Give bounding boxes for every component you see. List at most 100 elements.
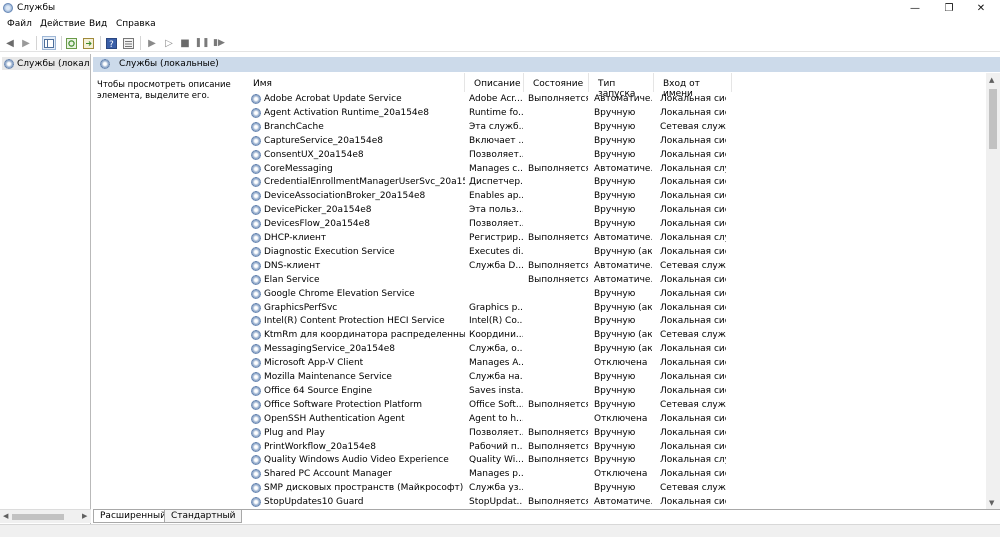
column-header-name[interactable]: Имя <box>244 73 465 92</box>
tree-item-services-local[interactable]: Службы (локалы <box>2 57 90 70</box>
table-row[interactable]: Office Software Protection Platform Offic… <box>244 398 986 412</box>
table-row[interactable]: SMP дисковых пространств (Майкрософт) Слу… <box>244 481 986 495</box>
scroll-up-icon[interactable]: ▲ <box>989 76 994 84</box>
table-row[interactable]: DHCP-клиент Регистрир... Выполняется Автома… <box>244 231 986 245</box>
service-startup-type: Вручную <box>594 399 636 410</box>
column-header-description[interactable]: Описание <box>465 73 524 92</box>
table-row[interactable]: Adobe Acrobat Update Service Adobe Acr...… <box>244 92 986 106</box>
service-name: ConsentUX_20a154e8 <box>264 149 364 160</box>
service-logon-as: Локальная сис... <box>660 344 726 355</box>
service-name-cell: SMP дисковых пространств (Майкрософт) <box>251 481 465 495</box>
table-row[interactable]: PrintWorkflow_20a154e8 Рабочий п... Выполн… <box>244 440 986 454</box>
table-row[interactable]: GraphicsPerfSvc Graphics p... Вручную (ак.… <box>244 301 986 315</box>
gear-icon <box>251 288 261 299</box>
service-startup-type: Вручную <box>594 177 636 188</box>
scroll-down-icon[interactable]: ▼ <box>989 499 994 507</box>
table-row[interactable]: Plug and Play Позволяет... Выполняется Вруч… <box>244 426 986 440</box>
scroll-thumb[interactable] <box>12 514 64 520</box>
table-row[interactable]: BranchCache Эта служб... Вручную Сетевая сл… <box>244 120 986 134</box>
gear-icon <box>251 316 261 327</box>
minimize-button[interactable]: — <box>900 0 930 16</box>
close-button[interactable]: ✕ <box>966 0 996 16</box>
table-row[interactable]: DevicePicker_20a154e8 Эта польз... Вручную… <box>244 203 986 217</box>
table-row[interactable]: Shared PC Account Manager Manages p... Отк… <box>244 467 986 481</box>
menu-help[interactable]: Справка <box>116 19 156 29</box>
table-row[interactable]: Microsoft App-V Client Manages A... Отключ… <box>244 356 986 370</box>
service-state <box>528 384 588 398</box>
gear-icon <box>251 107 261 118</box>
service-name-cell: Plug and Play <box>251 426 465 440</box>
menu-file[interactable]: Файл <box>7 19 32 29</box>
service-state <box>528 203 588 217</box>
table-row[interactable]: Google Chrome Elevation Service Вручную Ло… <box>244 287 986 301</box>
table-row[interactable]: Agent Activation Runtime_20a154e8 Runtime… <box>244 106 986 120</box>
restart-service-icon[interactable]: ▮▶ <box>212 36 226 50</box>
table-row[interactable]: KtmRm для координатора распределенных тр… <box>244 328 986 342</box>
start-service-icon[interactable]: ▶ <box>145 36 159 50</box>
scroll-left-icon[interactable]: ◀ <box>3 512 8 520</box>
service-startup-type: Отключена <box>594 413 648 424</box>
service-name: StopUpdates10 Guard <box>264 497 364 508</box>
table-row[interactable]: Elan Service Выполняется Автоматиче... Лока… <box>244 273 986 287</box>
column-header-logon-as[interactable]: Вход от имени <box>654 73 732 99</box>
table-row[interactable]: MessagingService_20a154e8 Служба, о... Вру… <box>244 342 986 356</box>
tree-horizontal-scrollbar[interactable]: ◀ ▶ <box>0 509 91 523</box>
start-alt-icon[interactable]: ▷ <box>162 36 176 50</box>
table-row[interactable]: DeviceAssociationBroker_20a154e8 Enables … <box>244 189 986 203</box>
service-state <box>528 287 588 301</box>
column-header-state[interactable]: Состояние <box>524 73 589 92</box>
table-row[interactable]: CoreMessaging Manages c... Выполняется Авто… <box>244 162 986 176</box>
service-name-cell: Elan Service <box>251 273 465 287</box>
service-description: Эта польз... <box>469 205 523 216</box>
table-row[interactable]: Mozilla Maintenance Service Служба на... В… <box>244 370 986 384</box>
service-state <box>528 175 588 189</box>
help-icon[interactable]: ? <box>104 36 118 50</box>
menu-action[interactable]: Действие <box>40 19 85 29</box>
tab-standard[interactable]: Стандартный <box>164 510 243 523</box>
description-pane: Чтобы просмотреть описание элемента, выд… <box>93 73 241 509</box>
service-logon-as: Локальная сис... <box>660 385 726 396</box>
table-row[interactable]: DNS-клиент Служба D... Выполняется Автомати… <box>244 259 986 273</box>
export-icon[interactable] <box>81 36 95 50</box>
list-vertical-scrollbar[interactable]: ▲ ▼ <box>986 73 1000 509</box>
table-row[interactable]: Diagnostic Execution Service Executes di.… <box>244 245 986 259</box>
tab-extended[interactable]: Расширенный <box>93 510 173 523</box>
service-state <box>528 342 588 356</box>
maximize-button[interactable]: ❐ <box>934 0 964 16</box>
column-header-startup-type[interactable]: Тип запуска <box>589 73 654 99</box>
service-startup-type: Вручную <box>594 107 636 118</box>
properties-icon[interactable] <box>121 36 135 50</box>
show-hide-tree-icon[interactable] <box>42 36 56 50</box>
table-row[interactable]: CredentialEnrollmentManagerUserSvc_20a15… <box>244 175 986 189</box>
service-description: Служба D... <box>469 260 523 271</box>
service-name: Google Chrome Elevation Service <box>264 288 415 299</box>
gear-icon <box>251 330 261 341</box>
service-startup-type: Вручную <box>594 288 636 299</box>
back-arrow-icon[interactable]: ◀ <box>3 36 17 50</box>
service-startup-type: Вручную <box>594 135 636 146</box>
pause-service-icon[interactable]: ❚❚ <box>194 36 209 50</box>
service-name: BranchCache <box>264 121 324 132</box>
service-name: Quality Windows Audio Video Experience <box>264 455 449 466</box>
table-row[interactable]: Intel(R) Content Protection HECI Service… <box>244 314 986 328</box>
service-logon-as: Локальная слу... <box>660 455 726 466</box>
menu-view[interactable]: Вид <box>89 19 107 29</box>
service-name-cell: DNS-клиент <box>251 259 465 273</box>
service-name-cell: Shared PC Account Manager <box>251 467 465 481</box>
forward-arrow-icon[interactable]: ▶ <box>19 36 33 50</box>
table-row[interactable]: CaptureService_20a154e8 Включает ... Вручн… <box>244 134 986 148</box>
table-row[interactable]: Quality Windows Audio Video Experience Qu… <box>244 453 986 467</box>
table-row[interactable]: Office 64 Source Engine Saves insta... Вру… <box>244 384 986 398</box>
scroll-thumb[interactable] <box>989 89 997 149</box>
table-row[interactable]: OpenSSH Authentication Agent Agent to h..… <box>244 412 986 426</box>
table-row[interactable]: ConsentUX_20a154e8 Позволяет... Вручную Лок… <box>244 148 986 162</box>
scroll-right-icon[interactable]: ▶ <box>82 512 87 520</box>
refresh-icon[interactable] <box>64 36 78 50</box>
table-row[interactable]: DevicesFlow_20a154e8 Позволяет... Вручную Л… <box>244 217 986 231</box>
table-row[interactable]: StopUpdates10 Guard StopUpdat... Выполняет… <box>244 495 986 509</box>
stop-service-icon[interactable]: ■ <box>178 36 192 50</box>
service-name-cell: Office 64 Source Engine <box>251 384 465 398</box>
service-description: Adobe Acr... <box>469 94 523 104</box>
service-name-cell: CaptureService_20a154e8 <box>251 134 465 148</box>
service-description: Служба уз... <box>469 483 523 494</box>
